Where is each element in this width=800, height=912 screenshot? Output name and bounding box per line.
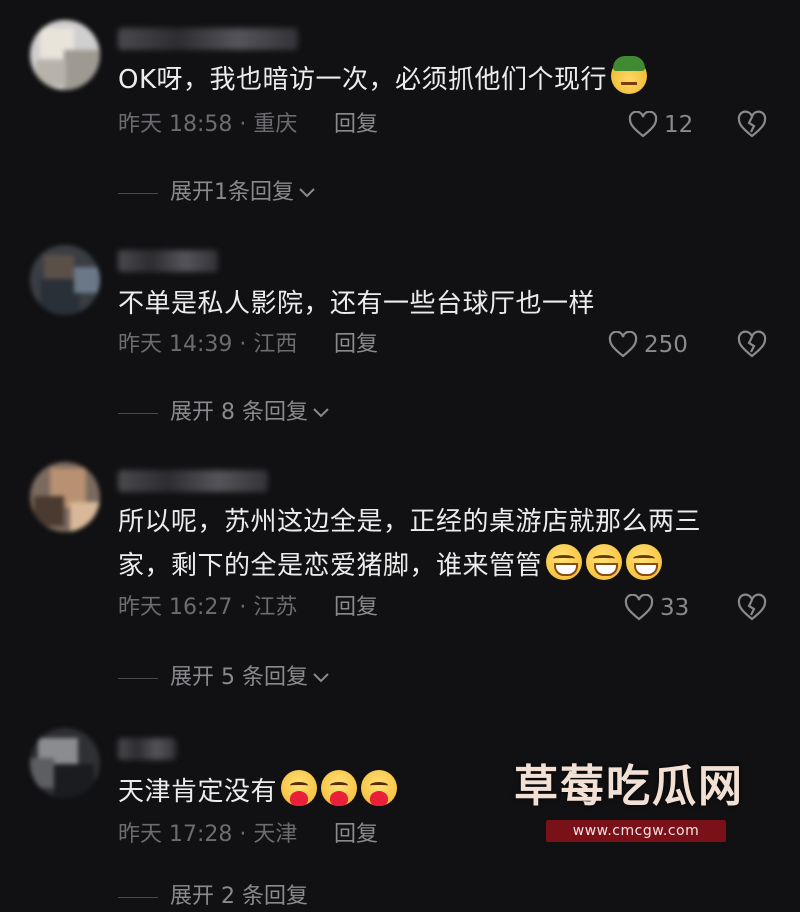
chevron-down-icon	[312, 398, 330, 428]
avatar[interactable]	[30, 728, 100, 798]
watermark-url: www.cmcgw.com	[546, 820, 726, 842]
comment-meta: 昨天 18:58 · 重庆	[118, 112, 298, 137]
grin-sweat-emoji-icon	[626, 544, 663, 580]
broken-heart-icon[interactable]	[736, 110, 768, 140]
heart-icon	[628, 111, 658, 139]
username-blurred[interactable]	[118, 738, 176, 760]
comment-text-line: 所以呢，苏州这边全是，正经的桌游店就那么两三	[118, 507, 702, 537]
reply-button[interactable]: 回复	[334, 593, 378, 623]
divider	[118, 192, 158, 194]
watermark-title: 草莓吃瓜网	[514, 761, 744, 812]
comment-text-content: 天津肯定没有	[118, 777, 278, 807]
avatar[interactable]	[30, 462, 100, 532]
like-count: 33	[660, 595, 690, 621]
chevron-down-icon	[298, 178, 316, 208]
comment-meta: 昨天 17:28 · 天津	[118, 822, 298, 847]
reply-button[interactable]: 回复	[334, 110, 378, 140]
like-count: 12	[664, 112, 694, 138]
comment-text-content: 家，剩下的全是恋爱猪脚，谁来管管	[118, 551, 543, 581]
like-button[interactable]: 33	[624, 593, 689, 623]
username-blurred[interactable]	[118, 250, 218, 272]
comment-text: 不单是私人影院，还有一些台球厅也一样	[118, 289, 596, 319]
grin-sweat-emoji-icon	[546, 544, 583, 580]
comment-text-content: OK呀，我也暗访一次，必须抓他们个现行	[118, 65, 608, 95]
comment-text: OK呀，我也暗访一次，必须抓他们个现行	[118, 56, 718, 102]
avatar[interactable]	[30, 20, 100, 90]
avatar[interactable]	[30, 245, 100, 315]
comment-meta: 昨天 16:27 · 江苏	[118, 595, 298, 620]
username-blurred[interactable]	[118, 470, 268, 492]
comment-text: 所以呢，苏州这边全是，正经的桌游店就那么两三 家，剩下的全是恋爱猪脚，谁来管管	[118, 500, 758, 588]
broken-heart-icon[interactable]	[736, 593, 768, 623]
site-watermark: 草莓吃瓜网 www.cmcgw.com	[512, 760, 762, 850]
army-face-emoji-icon	[611, 56, 648, 94]
reply-button[interactable]: 回复	[334, 330, 378, 360]
face-holding-heart-emoji-icon	[321, 770, 358, 806]
reply-button[interactable]: 回复	[334, 820, 378, 850]
expand-replies-button[interactable]: 展开 2 条回复	[118, 882, 308, 912]
face-holding-heart-emoji-icon	[361, 770, 398, 806]
username-blurred[interactable]	[118, 28, 298, 50]
expand-replies-button[interactable]: 展开 8 条回复	[118, 398, 330, 428]
comment-meta: 昨天 14:39 · 江西	[118, 332, 298, 357]
expand-label: 展开 8 条回复	[170, 400, 308, 425]
chevron-down-icon	[312, 663, 330, 693]
expand-label: 展开 2 条回复	[170, 884, 308, 909]
heart-icon	[624, 594, 654, 622]
expand-label: 展开 5 条回复	[170, 665, 308, 690]
divider	[118, 412, 158, 414]
broken-heart-icon[interactable]	[736, 330, 768, 360]
expand-label: 展开1条回复	[170, 180, 294, 205]
like-button[interactable]: 12	[628, 110, 693, 140]
heart-icon	[608, 331, 638, 359]
like-button[interactable]: 250	[608, 330, 688, 360]
like-count: 250	[644, 332, 688, 358]
comment-text-line: 家，剩下的全是恋爱猪脚，谁来管管	[118, 544, 758, 588]
grin-sweat-emoji-icon	[586, 544, 623, 580]
expand-replies-button[interactable]: 展开1条回复	[118, 178, 316, 208]
expand-replies-button[interactable]: 展开 5 条回复	[118, 663, 330, 693]
face-holding-heart-emoji-icon	[281, 770, 318, 806]
divider	[118, 677, 158, 679]
